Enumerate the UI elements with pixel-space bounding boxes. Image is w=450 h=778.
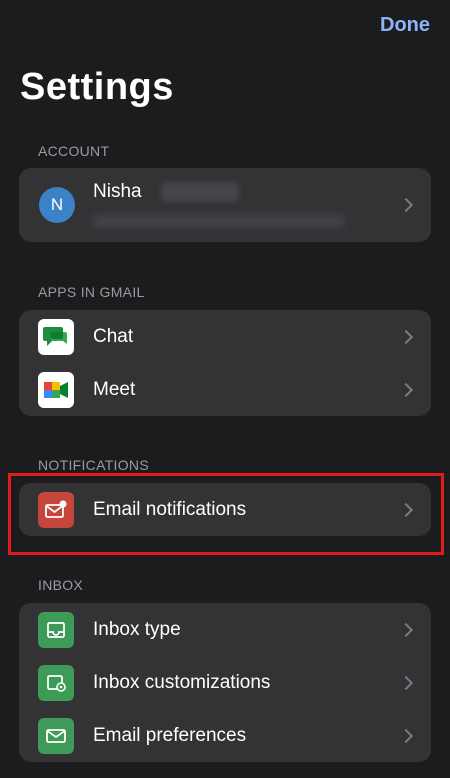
chevron-right-icon	[398, 197, 414, 213]
redacted-email	[93, 214, 345, 228]
list-item-inbox-type[interactable]: Inbox type	[19, 603, 431, 656]
chevron-right-icon	[398, 622, 414, 637]
page-title: Settings	[20, 66, 174, 108]
google-chat-icon	[38, 318, 74, 355]
apps-group: Chat Meet	[19, 310, 431, 416]
section-header-inbox: INBOX	[38, 577, 84, 593]
chevron-right-icon	[398, 675, 414, 690]
chevron-right-icon	[398, 728, 414, 743]
inbox-type-label: Inbox type	[93, 618, 181, 640]
mail-icon	[38, 717, 74, 754]
section-header-apps: APPS IN GMAIL	[38, 284, 145, 300]
account-name: Nisha	[93, 181, 142, 202]
list-item-meet[interactable]: Meet	[19, 363, 431, 416]
section-header-account: ACCOUNT	[38, 143, 110, 159]
section-header-notifications: NOTIFICATIONS	[38, 457, 149, 473]
settings-screen: Done Settings ACCOUNT N Nisha APPS IN GM…	[0, 0, 450, 778]
chat-label: Chat	[93, 325, 134, 347]
list-item-inbox-customizations[interactable]: Inbox customizations	[19, 656, 431, 709]
list-item-email-preferences[interactable]: Email preferences	[19, 709, 431, 762]
inbox-icon	[38, 611, 74, 648]
google-meet-icon	[38, 371, 74, 408]
list-item-chat[interactable]: Chat	[19, 310, 431, 363]
inbox-customize-icon	[38, 664, 74, 701]
highlight-box	[8, 473, 444, 555]
inbox-customizations-label: Inbox customizations	[93, 671, 271, 693]
chevron-right-icon	[398, 329, 414, 344]
chevron-right-icon	[398, 382, 414, 397]
avatar: N	[39, 187, 75, 223]
redacted-surname	[161, 182, 239, 202]
done-button[interactable]: Done	[380, 14, 430, 37]
meet-label: Meet	[93, 378, 136, 400]
inbox-group: Inbox type Inbox customizations Email pr…	[19, 603, 431, 762]
account-row[interactable]: N Nisha	[19, 168, 431, 242]
email-preferences-label: Email preferences	[93, 724, 247, 746]
account-group: N Nisha	[19, 168, 431, 242]
